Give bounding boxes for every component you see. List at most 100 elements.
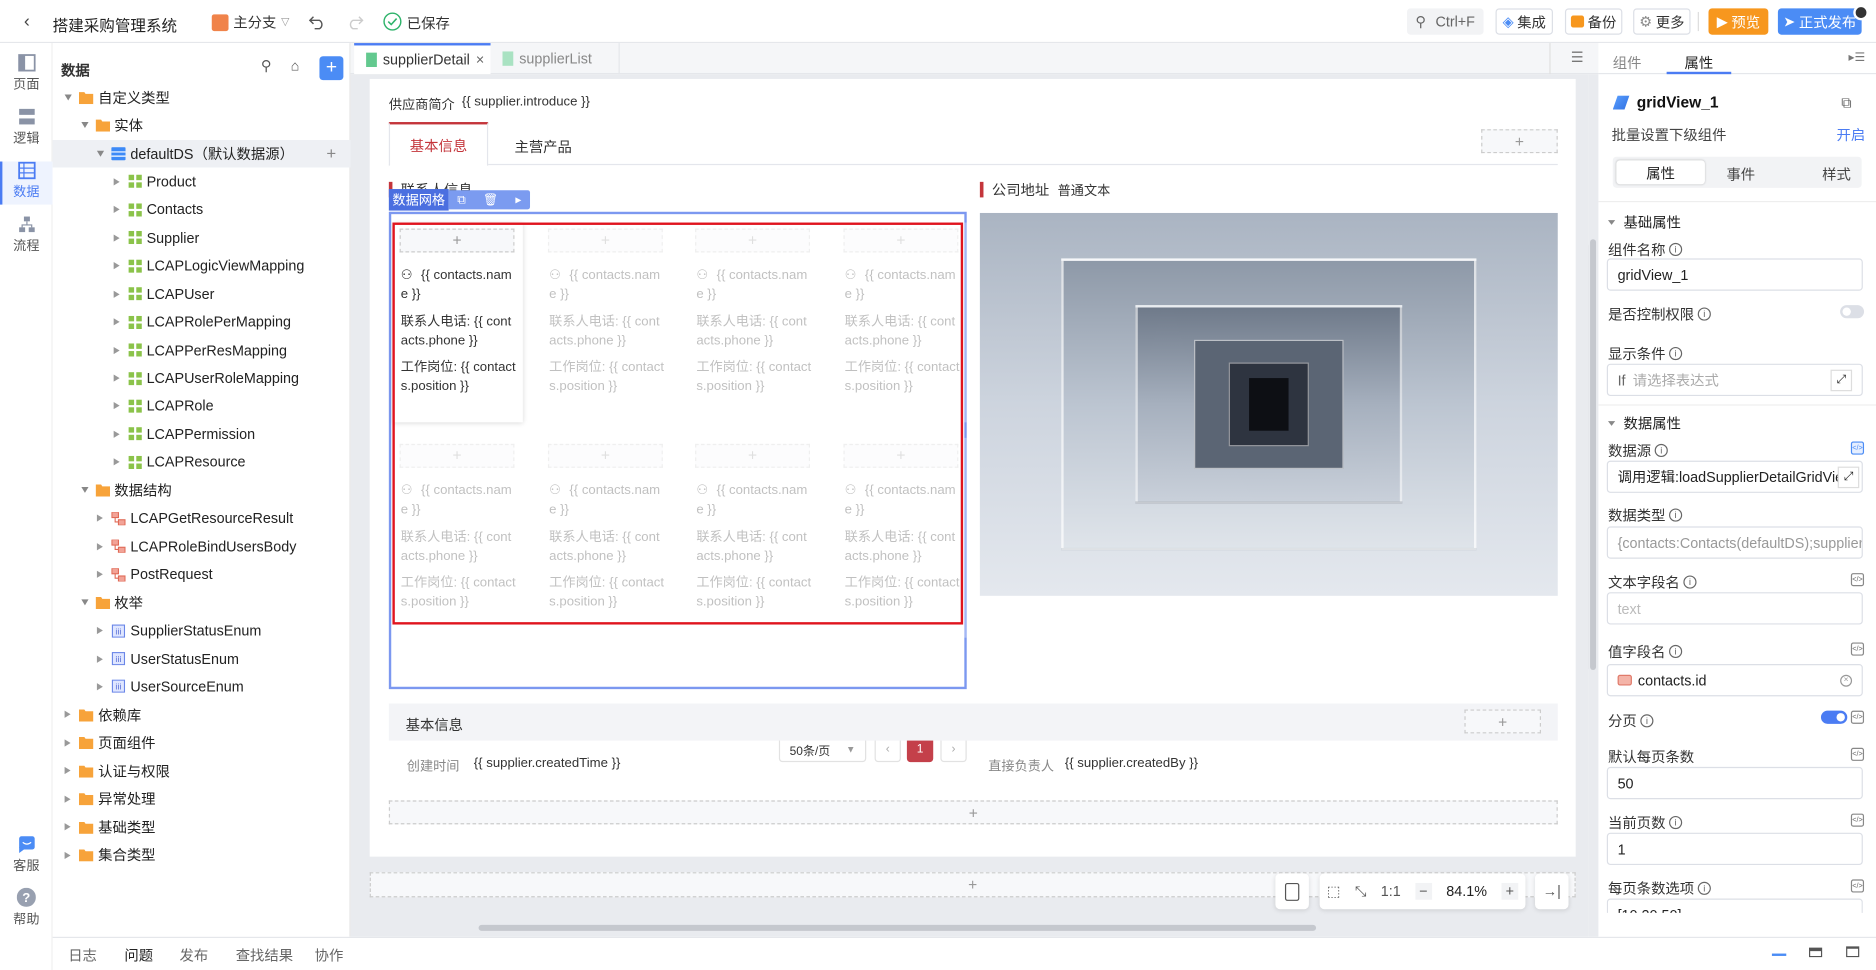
add-row-slot[interactable]: + (388, 800, 1558, 825)
card-add-slot[interactable]: + (547, 228, 663, 253)
close-icon[interactable]: × (476, 51, 484, 68)
tab-components[interactable]: 组件 (1613, 53, 1642, 73)
caret-right-icon[interactable] (113, 206, 120, 214)
caret-down-icon[interactable] (64, 94, 72, 101)
tab-supplierList[interactable]: supplierList (491, 43, 620, 75)
tree-item[interactable]: Product (53, 168, 351, 196)
datasource-input[interactable]: 调用逻辑:loadSupplierDetailGridView_1⤢ (1606, 460, 1863, 493)
tree-item[interactable]: LCAPLogicViewMapping (53, 252, 351, 280)
tab-issues[interactable]: 问题 (124, 945, 153, 965)
card-add-slot[interactable]: + (399, 443, 515, 468)
text-field-input[interactable]: text (1606, 592, 1863, 625)
tree-item[interactable]: 数据结构 (53, 477, 351, 505)
tree-item[interactable]: 自定义类型 (53, 84, 351, 112)
datatype-input[interactable]: {contacts:Contacts(defaultDS);supplier:S… (1606, 526, 1863, 559)
play-icon[interactable]: ▸ (515, 193, 521, 206)
tree-item[interactable]: 基础类型 (53, 813, 351, 841)
tree-item[interactable]: 枚举 (53, 589, 351, 617)
ratio-button[interactable]: 1:1 (1381, 883, 1401, 900)
caret-right-icon[interactable] (113, 346, 120, 354)
rail-item-logic[interactable]: 逻辑 (0, 108, 53, 151)
caret-right-icon[interactable] (96, 683, 103, 691)
card-add-slot[interactable]: + (399, 228, 515, 253)
caret-right-icon[interactable] (96, 570, 103, 579)
tree-item[interactable]: 实体 (53, 112, 351, 140)
data-props-section[interactable]: 数据属性 (1608, 413, 1681, 433)
grid-card[interactable]: + ⚇ {{ contacts.name }} 联系人电话: {{ contacts… (541, 437, 672, 638)
tree-item[interactable]: LCAPGetResourceResult (53, 505, 351, 533)
code-icon[interactable]: </> (1850, 747, 1865, 761)
collapse-panel-button[interactable]: →| (1535, 873, 1569, 910)
publish-button[interactable]: ➤ 正式发布 (1777, 8, 1862, 35)
caret-right-icon[interactable] (113, 262, 120, 270)
tab-basic-info[interactable]: 基本信息 (388, 122, 489, 167)
info-icon[interactable]: i (1669, 815, 1683, 830)
redo-icon[interactable] (347, 13, 364, 30)
grid-card[interactable]: + ⚇ {{ contacts.name }} 联系人电话: {{ contacts… (689, 222, 819, 423)
grid-card[interactable]: + ⚇ {{ contacts.name }} 联系人电话: {{ contacts… (837, 222, 967, 423)
tree-item[interactable]: Contacts (53, 196, 351, 224)
tree-item[interactable]: LCAPUserRoleMapping (53, 364, 351, 392)
caret-right-icon[interactable] (64, 767, 71, 775)
code-icon[interactable]: </> (1850, 642, 1865, 656)
caret-right-icon[interactable] (64, 823, 71, 831)
caret-right-icon[interactable] (64, 851, 71, 859)
current-page-input[interactable]: 1 (1606, 832, 1863, 866)
caret-down-icon[interactable] (80, 122, 88, 129)
card-add-slot[interactable]: + (695, 443, 810, 468)
grid-card[interactable]: + ⚇ {{ contacts.name }} 联系人电话: {{ contacts… (837, 437, 967, 638)
backup-button[interactable]: 备份 (1564, 8, 1623, 35)
duplicate-icon[interactable]: ⧉ (457, 193, 466, 206)
batch-enable-link[interactable]: 开启 (1837, 124, 1866, 144)
info-icon[interactable]: i (1654, 443, 1668, 458)
caret-right-icon[interactable] (96, 655, 103, 663)
collapse-icon[interactable]: ▸☰ (1848, 51, 1865, 64)
code-icon[interactable]: </> (1850, 710, 1865, 724)
caret-right-icon[interactable] (113, 374, 120, 382)
tree-item[interactable]: LCAPRolePerMapping (53, 308, 351, 336)
tree-item[interactable]: LCAPResource (53, 448, 351, 476)
info-icon[interactable]: i (1669, 242, 1683, 257)
clear-icon[interactable]: × (1840, 674, 1853, 687)
tree-item[interactable]: 依赖库 (53, 701, 351, 729)
condition-input[interactable]: If 请选择表达式 ⤢ (1606, 363, 1863, 397)
seg-properties[interactable]: 属性 (1616, 160, 1705, 185)
info-icon[interactable]: i (1669, 508, 1683, 522)
layout-half-icon[interactable] (1809, 947, 1823, 958)
component-name-input[interactable]: gridView_1 (1606, 258, 1863, 291)
value-field-input[interactable]: contacts.id × (1606, 664, 1863, 697)
caret-right-icon[interactable] (113, 290, 120, 298)
caret-right-icon[interactable] (113, 430, 120, 438)
help-button[interactable]: ? 帮助 (0, 887, 53, 931)
caret-right-icon[interactable] (113, 402, 120, 410)
caret-right-icon[interactable] (96, 514, 103, 522)
tab-publish[interactable]: 发布 (179, 945, 208, 965)
tree-item[interactable]: iii UserSourceEnum (53, 673, 351, 701)
info-icon[interactable]: i (1697, 307, 1711, 321)
tree-item[interactable]: 集合类型 (53, 841, 351, 869)
info-icon[interactable]: i (1697, 881, 1711, 895)
info-icon[interactable]: i (1669, 346, 1683, 361)
info-icon[interactable]: i (1683, 575, 1697, 589)
tree-item[interactable]: iii SupplierStatusEnum (53, 617, 351, 645)
tab-log[interactable]: 日志 (68, 945, 97, 965)
canvas-scrollbar[interactable] (1590, 239, 1597, 671)
tab-main-products[interactable]: 主营产品 (514, 136, 571, 156)
add-slot[interactable]: + (1464, 709, 1542, 734)
tree-item[interactable]: 页面组件 (53, 729, 351, 757)
seg-events[interactable]: 事件 (1726, 164, 1755, 184)
basic-props-section[interactable]: 基础属性 (1608, 212, 1681, 232)
trash-icon[interactable]: 🗑 (483, 193, 498, 206)
add-icon[interactable]: + (326, 144, 336, 163)
horizontal-scrollbar[interactable] (478, 924, 1317, 931)
integrate-button[interactable]: ◈ 集成 (1495, 8, 1553, 35)
tab-supplierDetail[interactable]: supplierDetail × (354, 43, 491, 75)
tree-item[interactable]: 认证与权限 (53, 757, 351, 785)
page-size-input[interactable]: 50 (1606, 766, 1863, 800)
seg-styles[interactable]: 样式 (1822, 164, 1851, 184)
card-add-slot[interactable]: + (843, 228, 959, 253)
expand-icon[interactable]: ⤢ (1830, 369, 1853, 391)
locate-icon[interactable]: ⌂ (291, 57, 300, 74)
tree-item[interactable]: LCAPUser (53, 280, 351, 308)
caret-right-icon[interactable] (96, 542, 103, 550)
